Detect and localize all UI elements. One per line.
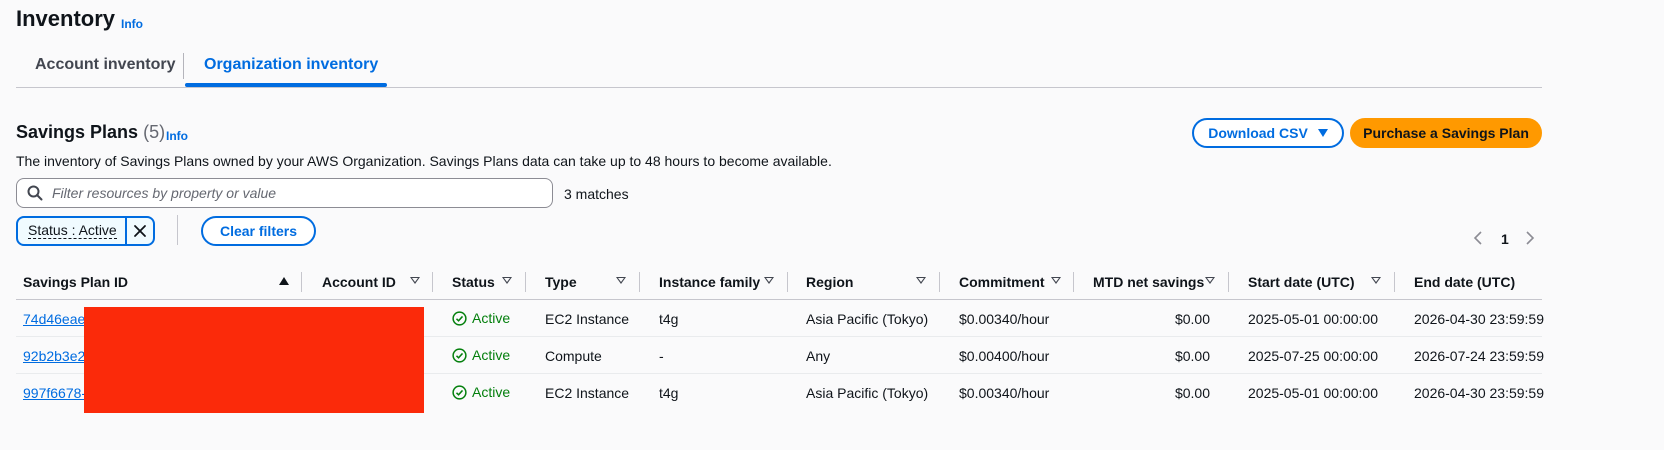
sort-ascending-icon[interactable] <box>279 277 289 285</box>
success-check-icon <box>452 347 467 363</box>
end-date-cell: 2026-04-30 23:59:59 <box>1414 311 1544 327</box>
column-header-end-date[interactable]: End date (UTC) <box>1414 274 1515 290</box>
sort-icon[interactable] <box>616 277 626 284</box>
column-divider[interactable] <box>639 272 640 292</box>
commitment-cell: $0.00400/hour <box>959 348 1050 364</box>
status-text: Active <box>472 347 511 363</box>
column-divider[interactable] <box>1228 272 1229 292</box>
column-divider[interactable] <box>1073 272 1074 292</box>
commitment-cell: $0.00340/hour <box>959 385 1050 401</box>
remove-filter-button[interactable] <box>125 218 153 244</box>
section-description: The inventory of Savings Plans owned by … <box>16 153 832 169</box>
page-info-link[interactable]: Info <box>121 17 143 31</box>
region-cell: Any <box>806 348 831 364</box>
savings-plan-id-link[interactable]: 997f6678- <box>23 385 86 401</box>
filter-token-status[interactable]: Status : Active <box>16 216 155 246</box>
sort-icon[interactable] <box>916 277 926 284</box>
chevron-left-icon[interactable] <box>1473 230 1483 246</box>
mtd-savings-cell: $0.00 <box>1174 348 1210 364</box>
type-cell: EC2 Instance <box>545 311 630 327</box>
column-header-account-id[interactable]: Account ID <box>322 274 396 290</box>
column-divider[interactable] <box>525 272 526 292</box>
column-header-savings-plan-id[interactable]: Savings Plan ID <box>23 274 128 290</box>
caret-down-icon <box>1317 129 1328 137</box>
column-header-region[interactable]: Region <box>806 274 853 290</box>
end-date-cell: 2026-07-24 23:59:59 <box>1414 348 1544 364</box>
success-check-icon <box>452 384 467 400</box>
region-cell: Asia Pacific (Tokyo) <box>806 311 929 327</box>
column-divider[interactable] <box>939 272 940 292</box>
section-title: Savings Plans (5) <box>16 122 165 143</box>
page-title: Inventory <box>16 6 116 31</box>
savings-plan-id-link[interactable]: 92b2b3e2 <box>23 348 85 364</box>
start-date-cell: 2025-05-01 00:00:00 <box>1248 311 1378 327</box>
column-divider[interactable] <box>432 272 433 292</box>
start-date-cell: 2025-07-25 00:00:00 <box>1248 348 1378 364</box>
column-divider[interactable] <box>1394 272 1395 292</box>
instance-family-cell: t4g <box>659 311 679 327</box>
search-placeholder: Filter resources by property or value <box>52 185 277 201</box>
sort-icon[interactable] <box>764 277 774 284</box>
start-date-cell: 2025-05-01 00:00:00 <box>1248 385 1378 401</box>
download-csv-button[interactable]: Download CSV <box>1192 118 1344 148</box>
tabs-divider <box>16 87 1542 88</box>
filter-token-label[interactable]: Status : Active <box>18 218 125 244</box>
page-number[interactable]: 1 <box>1501 231 1509 247</box>
tab-account-inventory[interactable]: Account inventory <box>35 56 175 74</box>
tab-organization-inventory[interactable]: Organization inventory <box>204 56 378 74</box>
status-cell: Active <box>452 347 510 363</box>
purchase-savings-plan-button[interactable]: Purchase a Savings Plan <box>1350 118 1542 148</box>
section-info-link[interactable]: Info <box>166 129 188 143</box>
sort-icon[interactable] <box>1051 277 1061 284</box>
status-text: Active <box>472 310 511 326</box>
status-cell: Active <box>452 310 510 326</box>
sort-icon[interactable] <box>502 277 512 284</box>
mtd-savings-cell: $0.00 <box>1174 385 1210 401</box>
chevron-right-icon[interactable] <box>1525 230 1535 246</box>
mtd-savings-cell: $0.00 <box>1174 311 1210 327</box>
column-header-type[interactable]: Type <box>545 274 577 290</box>
search-icon <box>27 185 43 201</box>
sort-icon[interactable] <box>1371 277 1381 284</box>
commitment-cell: $0.00340/hour <box>959 311 1050 327</box>
clear-filters-button[interactable]: Clear filters <box>201 216 316 246</box>
type-cell: Compute <box>545 348 602 364</box>
sort-icon[interactable] <box>1205 277 1215 284</box>
savings-plan-id-link[interactable]: 74d46eae- <box>23 311 90 327</box>
instance-family-cell: - <box>659 348 664 364</box>
table-header-divider <box>16 299 1542 300</box>
column-header-start-date[interactable]: Start date (UTC) <box>1248 274 1355 290</box>
close-icon <box>134 225 146 237</box>
match-count: 3 matches <box>564 186 629 202</box>
type-cell: EC2 Instance <box>545 385 630 401</box>
status-text: Active <box>472 384 511 400</box>
section-count: (5) <box>143 122 166 142</box>
tab-divider <box>183 53 184 79</box>
column-header-mtd-net-savings[interactable]: MTD net savings <box>1093 274 1204 290</box>
redaction-block <box>84 307 424 413</box>
status-cell: Active <box>452 384 510 400</box>
column-header-instance-family[interactable]: Instance family <box>659 274 760 290</box>
region-cell: Asia Pacific (Tokyo) <box>806 385 929 401</box>
column-divider[interactable] <box>301 272 302 292</box>
column-header-commitment[interactable]: Commitment <box>959 274 1045 290</box>
column-divider[interactable] <box>787 272 788 292</box>
filter-search-input[interactable]: Filter resources by property or value <box>16 178 553 208</box>
success-check-icon <box>452 310 467 326</box>
download-csv-label: Download CSV <box>1208 125 1308 141</box>
end-date-cell: 2026-04-30 23:59:59 <box>1414 385 1544 401</box>
instance-family-cell: t4g <box>659 385 679 401</box>
filter-divider <box>177 215 178 245</box>
sort-icon[interactable] <box>410 277 420 284</box>
section-title-text: Savings Plans <box>16 122 139 142</box>
column-header-status[interactable]: Status <box>452 274 495 290</box>
